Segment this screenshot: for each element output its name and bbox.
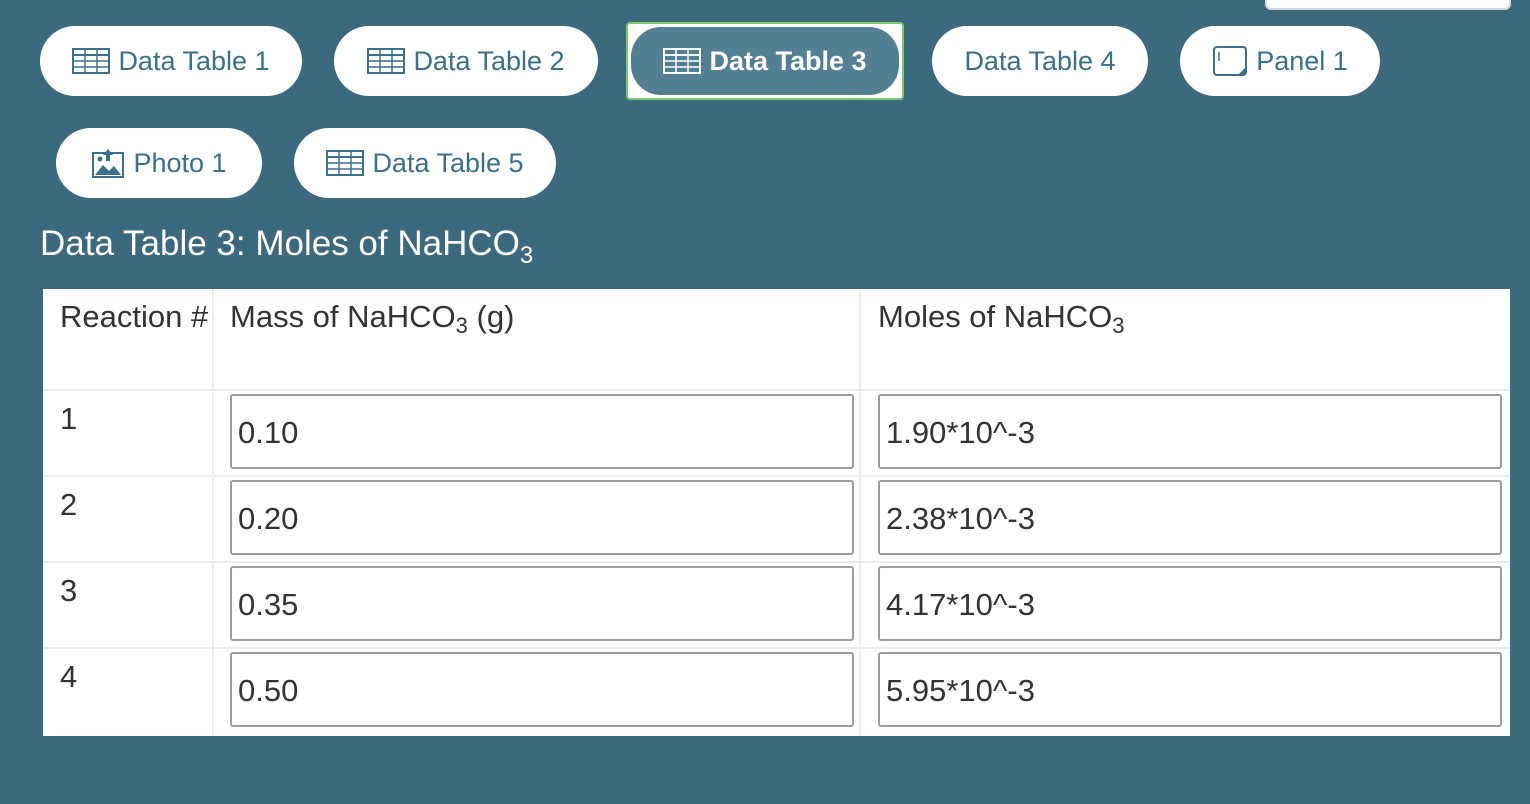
table-icon (72, 47, 111, 75)
table-icon (326, 149, 365, 177)
tab-label: Data Table 1 (118, 45, 270, 76)
page: Data Table 1 Data Table 2 Data Table 3 D… (0, 0, 1530, 804)
tab-data-table-5[interactable]: Data Table 5 (294, 128, 556, 198)
panel-icon (1212, 45, 1248, 77)
header-reaction: Reaction # (60, 299, 209, 334)
reaction-number: 3 (60, 573, 78, 608)
page-title: Data Table 3: Moles of NaHCO3 (40, 224, 533, 270)
header-moles-text: Moles of NaHCO (878, 299, 1113, 334)
reaction-number: 1 (60, 401, 78, 436)
tab-label: Data Table 5 (372, 147, 524, 178)
row-divider (43, 647, 1510, 649)
tab-data-table-2[interactable]: Data Table 2 (334, 26, 598, 96)
mass-input[interactable]: 0.10 (230, 394, 854, 469)
photo-upload-icon (91, 147, 125, 179)
header-moles-subscript: 3 (1112, 313, 1125, 338)
reaction-number: 4 (60, 659, 78, 694)
tab-label: Data Table 3 (709, 45, 867, 76)
tab-label: Panel 1 (1256, 45, 1348, 76)
header-mass: Mass of NaHCO3 (g) (230, 294, 514, 340)
table-icon (663, 47, 702, 75)
tab-label: Photo 1 (133, 147, 227, 178)
reaction-number: 2 (60, 487, 78, 522)
row-divider (43, 475, 1510, 477)
mass-input[interactable]: 0.20 (230, 480, 854, 555)
tab-data-table-1[interactable]: Data Table 1 (40, 26, 302, 96)
moles-input[interactable]: 5.95*10^-3 (878, 652, 1502, 727)
tab-label: Data Table 4 (964, 45, 1116, 76)
header-moles: Moles of NaHCO3 (878, 294, 1125, 340)
table-icon (367, 47, 406, 75)
tab-data-table-4[interactable]: Data Table 4 (932, 26, 1148, 96)
tab-data-table-3[interactable]: Data Table 3 (626, 22, 904, 100)
row-divider (43, 561, 1510, 563)
moles-input[interactable]: 4.17*10^-3 (878, 566, 1502, 641)
header-mass-text: Mass of NaHCO (230, 299, 456, 334)
moles-input[interactable]: 1.90*10^-3 (878, 394, 1502, 469)
data-table: Reaction # Mass of NaHCO3 (g) Moles of N… (43, 289, 1510, 736)
column-divider (212, 289, 214, 736)
row-divider (43, 389, 1510, 391)
title-subscript: 3 (519, 242, 534, 269)
moles-input[interactable]: 2.38*10^-3 (878, 480, 1502, 555)
top-search-input[interactable] (1265, 0, 1511, 10)
column-divider (859, 289, 861, 736)
mass-input[interactable]: 0.35 (230, 566, 854, 641)
mass-input[interactable]: 0.50 (230, 652, 854, 727)
tab-label: Data Table 2 (413, 45, 565, 76)
tab-panel-1[interactable]: Panel 1 (1180, 26, 1380, 96)
title-text: Data Table 3: Moles of NaHCO (40, 224, 520, 263)
tab-photo-1[interactable]: Photo 1 (56, 128, 262, 198)
header-mass-unit: (g) (467, 299, 515, 334)
active-tab-pill: Data Table 3 (631, 27, 899, 95)
header-mass-subscript: 3 (455, 313, 468, 338)
